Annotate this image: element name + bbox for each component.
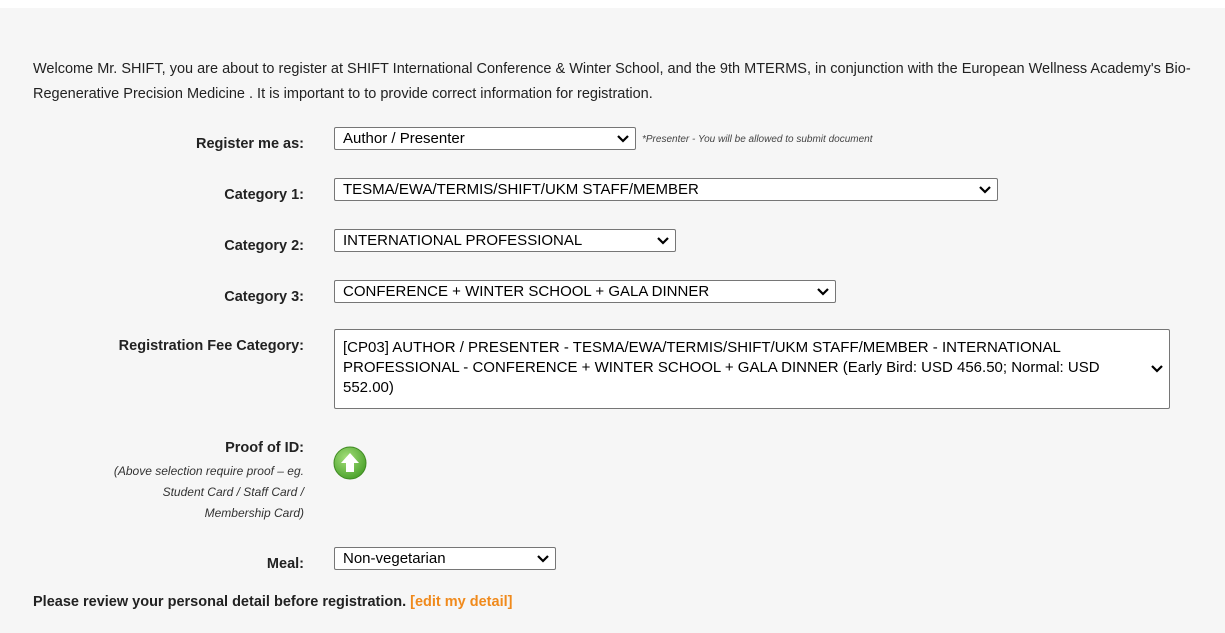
proof-of-id-label: Proof of ID:: [225, 440, 304, 456]
chevron-down-icon: [617, 134, 629, 143]
register-as-value: Author / Presenter: [343, 130, 465, 147]
fee-category-label: Registration Fee Category:: [118, 338, 304, 354]
presenter-note: *Presenter - You will be allowed to subm…: [642, 134, 873, 145]
intro-text: Welcome Mr. SHIFT, you are about to regi…: [33, 61, 1191, 102]
category1-label: Category 1:: [224, 187, 304, 203]
chevron-down-icon: [537, 554, 549, 563]
category1-select[interactable]: TESMA/EWA/TERMIS/SHIFT/UKM STAFF/MEMBER: [334, 178, 998, 201]
meal-label: Meal:: [266, 556, 304, 572]
proof-hint-line-2: Student Card / Staff Card /: [162, 485, 304, 499]
review-text: Please review your personal detail befor…: [33, 594, 407, 610]
proof-hint-line-3: Membership Card): [204, 506, 304, 520]
meal-value: Non-vegetarian: [343, 550, 446, 567]
fee-category-value: [CP03] AUTHOR / PRESENTER - TESMA/EWA/TE…: [343, 339, 1100, 396]
upload-arrow-icon[interactable]: [333, 446, 367, 480]
registration-page: Welcome Mr. SHIFT, you are about to regi…: [0, 0, 1225, 633]
edit-detail-link[interactable]: [edit my detail]: [410, 594, 512, 610]
chevron-down-icon: [979, 185, 991, 194]
chevron-down-icon: [1151, 365, 1163, 373]
fee-category-select[interactable]: [CP03] AUTHOR / PRESENTER - TESMA/EWA/TE…: [334, 329, 1170, 409]
register-as-label: Register me as:: [196, 136, 304, 152]
category3-label: Category 3:: [224, 289, 304, 305]
meal-select[interactable]: Non-vegetarian: [334, 547, 556, 570]
category3-select[interactable]: CONFERENCE + WINTER SCHOOL + GALA DINNER: [334, 280, 836, 303]
category2-label: Category 2:: [224, 238, 304, 254]
category1-value: TESMA/EWA/TERMIS/SHIFT/UKM STAFF/MEMBER: [343, 181, 699, 198]
category3-value: CONFERENCE + WINTER SCHOOL + GALA DINNER: [343, 283, 710, 300]
proof-hint-line-1: (Above selection require proof – eg.: [113, 464, 304, 478]
category2-value: INTERNATIONAL PROFESSIONAL: [343, 232, 583, 249]
register-as-select[interactable]: Author / Presenter: [334, 127, 636, 150]
category2-select[interactable]: INTERNATIONAL PROFESSIONAL: [334, 229, 676, 252]
proof-of-id-hint: (Above selection require proof – eg. Stu…: [40, 461, 304, 524]
review-notice: Please review your personal detail befor…: [33, 594, 512, 610]
top-strip: [0, 0, 1225, 8]
chevron-down-icon: [657, 236, 669, 245]
chevron-down-icon: [817, 287, 829, 296]
